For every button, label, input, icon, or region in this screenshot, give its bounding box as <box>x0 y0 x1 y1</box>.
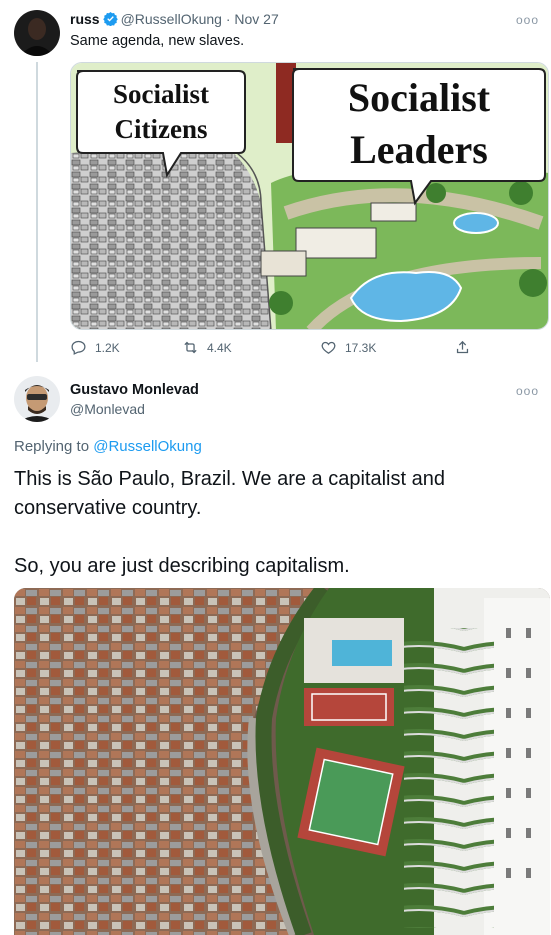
left-bubble-line1: Socialist <box>113 79 209 109</box>
retweet-icon <box>184 341 197 354</box>
reply-button[interactable]: 1.2K <box>70 339 120 356</box>
tweet1-actions: 1.2K 4.4K 17.3K <box>70 339 490 359</box>
left-bubble-line2: Citizens <box>115 114 208 144</box>
sao-paulo-photo[interactable] <box>14 588 550 935</box>
replying-prefix: Replying to <box>14 438 90 455</box>
right-bubble-line2: Leaders <box>350 127 488 172</box>
author-handle[interactable]: @RussellOkung <box>121 11 222 27</box>
russ-avatar[interactable] <box>14 10 60 56</box>
tweet-date[interactable]: · Nov 27 <box>226 11 279 27</box>
share-icon <box>456 340 469 354</box>
share-button[interactable] <box>454 339 471 356</box>
thread-line <box>36 62 38 362</box>
retweet-count: 4.4K <box>207 340 232 355</box>
author-name[interactable]: russ <box>70 11 100 27</box>
more-options-icon[interactable]: ooo <box>516 13 539 27</box>
reply-icon <box>71 340 86 355</box>
tweet2-paragraph-2: So, you are just describing capitalism. <box>14 555 350 577</box>
meme-image[interactable]: Socialist Citizens Socialist Leaders <box>70 62 549 330</box>
reply-count: 1.2K <box>95 340 120 355</box>
replying-to-link[interactable]: @RussellOkung <box>93 438 202 455</box>
verified-badge-icon <box>102 11 118 26</box>
like-count: 17.3K <box>345 340 377 355</box>
tweet1-header: russ @RussellOkung · Nov 27 <box>70 11 279 27</box>
tweet1-text: Same agenda, new slaves. <box>70 33 245 49</box>
author-handle[interactable]: @Monlevad <box>70 401 145 417</box>
replying-to: Replying to @RussellOkung <box>14 438 202 455</box>
gustavo-avatar[interactable] <box>14 376 60 422</box>
like-button[interactable]: 17.3K <box>320 339 376 356</box>
more-options-icon[interactable]: ooo <box>516 384 539 398</box>
tweet2-paragraph-1: This is São Paulo, Brazil. We are a capi… <box>14 468 445 519</box>
right-bubble-line1: Socialist <box>348 75 491 120</box>
author-name[interactable]: Gustavo Monlevad <box>70 382 199 398</box>
retweet-button[interactable]: 4.4K <box>182 339 232 356</box>
heart-icon <box>321 341 336 354</box>
